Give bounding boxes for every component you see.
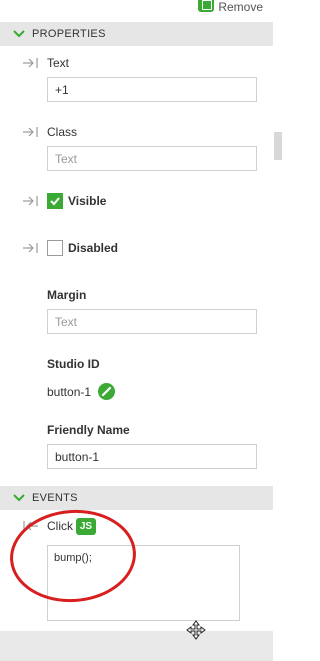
scrollbar-thumb[interactable] (274, 132, 282, 160)
margin-label: Margin (47, 288, 87, 302)
text-field[interactable] (47, 77, 257, 102)
bind-arrow-icon[interactable] (22, 242, 40, 254)
properties-section-header[interactable]: PROPERTIES (0, 22, 273, 46)
studio-id-value: button-1 (47, 385, 92, 399)
checkmark-icon (50, 197, 60, 206)
remove-button[interactable]: Remove (198, 0, 263, 14)
chevron-down-icon (13, 494, 25, 502)
bind-arrow-icon[interactable] (22, 195, 40, 207)
studio-id-label: Studio ID (47, 357, 100, 371)
chevron-down-icon (13, 30, 25, 38)
properties-title: PROPERTIES (32, 28, 106, 40)
edit-pencil-button[interactable] (98, 383, 115, 400)
friendly-name-field[interactable] (47, 444, 257, 469)
remove-label: Remove (218, 0, 263, 14)
class-field[interactable] (47, 146, 257, 171)
pencil-icon (101, 386, 112, 397)
events-section-header[interactable]: EVENTS (0, 486, 273, 510)
bind-arrow-icon[interactable] (22, 126, 40, 138)
move-cursor-icon (186, 620, 206, 640)
bind-arrow-icon[interactable] (22, 57, 40, 69)
remove-icon (198, 0, 215, 12)
friendly-name-label: Friendly Name (47, 423, 130, 437)
margin-field[interactable] (47, 309, 257, 334)
panel-footer (0, 631, 273, 661)
class-label: Class (47, 125, 78, 139)
properties-panel: Remove PROPERTIES Text Class Visible (0, 0, 273, 661)
visible-label: Visible (68, 194, 107, 208)
text-label: Text (47, 56, 70, 70)
vertical-scrollbar[interactable] (273, 0, 282, 661)
disabled-checkbox[interactable] (47, 240, 63, 256)
events-title: EVENTS (32, 492, 78, 504)
disabled-label: Disabled (68, 241, 119, 255)
visible-checkbox[interactable] (47, 193, 63, 209)
